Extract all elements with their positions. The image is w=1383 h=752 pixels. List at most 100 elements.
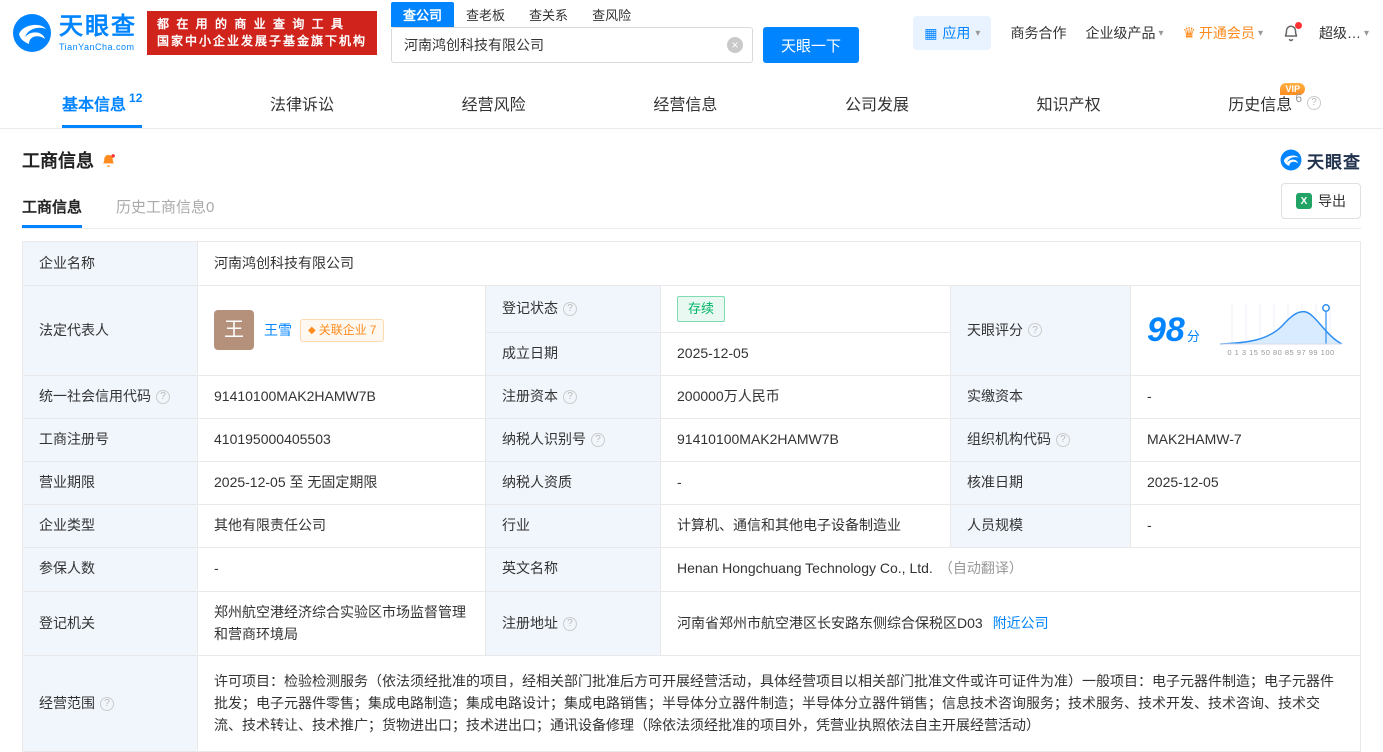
search-tab-company[interactable]: 查公司 <box>391 2 455 27</box>
subtab-row: 工商信息 历史工商信息0 X 导出 <box>22 183 1361 229</box>
approval-date-label: 核准日期 <box>951 461 1131 504</box>
tab-intellectual-property[interactable]: 知识产权 <box>1037 80 1101 128</box>
user-account-label: 超级… <box>1318 25 1361 41</box>
grid-icon: ▦ <box>924 24 938 41</box>
score-number[interactable]: 98 分 <box>1147 313 1200 347</box>
table-row: 企业名称 河南鸿创科技有限公司 <box>23 242 1360 286</box>
tab-basic-info-label: 基本信息 <box>62 96 127 114</box>
help-icon[interactable]: ? <box>591 432 605 447</box>
related-companies-label: 关联企业 <box>318 323 367 338</box>
tab-basic-info[interactable]: 基本信息 12 <box>62 80 143 128</box>
chevron-down-icon: ▾ <box>1257 27 1263 39</box>
help-icon[interactable]: ? <box>1307 95 1321 110</box>
help-icon[interactable]: ? <box>563 616 577 631</box>
business-cooperation-link[interactable]: 商务合作 <box>1010 23 1066 43</box>
help-icon[interactable]: ? <box>1056 432 1070 447</box>
tianyancha-logo[interactable]: 天眼查 TianYanCha.com <box>12 13 137 53</box>
excel-icon: X <box>1296 193 1312 209</box>
help-icon[interactable]: ? <box>156 389 170 404</box>
english-name-label: 英文名称 <box>486 547 661 591</box>
subtab-business-info[interactable]: 工商信息 <box>22 187 83 228</box>
score-distribution-curve <box>1219 304 1343 345</box>
english-name-value: Henan Hongchuang Technology Co., Ltd. （自… <box>661 547 1360 591</box>
reg-capital-label: 注册资本 ? <box>486 375 661 418</box>
table-row: 企业类型 其他有限责任公司 行业 计算机、通信和其他电子设备制造业 人员规模 - <box>23 504 1360 548</box>
monitor-bell-icon[interactable] <box>100 152 117 169</box>
chevron-down-icon: ▾ <box>1158 27 1164 39</box>
staff-size-label: 人员规模 <box>951 504 1131 547</box>
industry-label: 行业 <box>486 504 661 547</box>
badge-icon: ◆ <box>308 324 316 336</box>
help-icon[interactable]: ? <box>563 389 577 404</box>
help-icon[interactable]: ? <box>1028 323 1042 338</box>
search-tab-boss[interactable]: 查老板 <box>454 2 517 27</box>
company-type-label: 企业类型 <box>23 504 198 547</box>
tab-operating-risk[interactable]: 经营风险 <box>462 80 526 128</box>
tab-operating-info-label: 经营信息 <box>653 96 718 114</box>
reg-authority-label: 登记机关 <box>23 591 198 656</box>
legal-rep-label: 法定代表人 <box>23 286 198 375</box>
tab-operating-risk-label: 经营风险 <box>461 96 526 114</box>
user-account-menu[interactable]: 超级… ▾ <box>1319 23 1369 43</box>
open-vip-label: 开通会员 <box>1198 25 1255 41</box>
reg-status-value: 存续 <box>661 286 951 333</box>
apps-menu-button[interactable]: ▦ 应用 ▾ <box>913 16 992 50</box>
logo-title: 天眼查 <box>59 12 137 40</box>
chevron-down-icon: ▾ <box>1363 27 1369 39</box>
credit-code-label: 统一社会信用代码 ? <box>23 375 198 418</box>
search-input[interactable] <box>391 27 754 63</box>
company-name-label: 企业名称 <box>23 242 198 285</box>
export-label: 导出 <box>1318 193 1346 209</box>
legal-rep-value: 王 王雪 ◆ 关联企业 7 <box>198 286 486 375</box>
avatar[interactable]: 王 <box>214 310 254 351</box>
org-code-value: MAK2HAMW-7 <box>1131 418 1360 461</box>
paid-capital-value: - <box>1131 375 1360 418</box>
clear-search-icon[interactable]: × <box>727 37 744 53</box>
score-value: 98 分 0 1 3 15 50 80 85 97 99 100 <box>1131 286 1360 375</box>
search-box: × <box>391 27 754 63</box>
brand-watermark-label: 天眼查 <box>1307 152 1361 172</box>
help-icon[interactable]: ? <box>100 696 114 711</box>
tab-legal-proceedings[interactable]: 法律诉讼 <box>270 80 334 128</box>
score-label: 天眼评分 ? <box>951 286 1131 375</box>
search-tabs: 查公司 查老板 查关系 查风险 <box>391 2 859 27</box>
brand-watermark: 天眼查 <box>1280 148 1361 173</box>
top-header: 天眼查 TianYanCha.com 都 在 用 的 商 业 查 询 工 具 国… <box>0 0 1383 66</box>
apps-label: 应用 <box>942 25 971 41</box>
subtab-business-info-label: 工商信息 <box>22 198 83 216</box>
table-row: 经营范围 ? 许可项目：检验检测服务（依法须经批准的项目，经相关部门批准后方可开… <box>23 656 1360 752</box>
subtab-history-business-info[interactable]: 历史工商信息0 <box>116 187 214 228</box>
enterprise-products-menu[interactable]: 企业级产品 ▾ <box>1085 23 1163 43</box>
tab-legal-proceedings-label: 法律诉讼 <box>270 96 335 114</box>
tab-basic-info-count: 12 <box>129 90 143 105</box>
export-button[interactable]: X 导出 <box>1281 183 1361 219</box>
table-row: 参保人数 - 英文名称 Henan Hongchuang Technology … <box>23 547 1360 592</box>
search-tab-risk[interactable]: 查风险 <box>580 2 643 27</box>
section-header: 工商信息 天眼查 <box>22 147 1361 173</box>
nearby-companies-link[interactable]: 附近公司 <box>993 613 1049 635</box>
tianyancha-logo-icon <box>1280 149 1302 171</box>
insured-count-value: - <box>198 547 486 591</box>
score-chart: 0 1 3 15 50 80 85 97 99 100 <box>1218 302 1344 359</box>
header-right: ▦ 应用 ▾ 商务合作 企业级产品 ▾ ♛ 开通会员 ▾ 超级… ▾ <box>913 16 1369 50</box>
company-type-value: 其他有限责任公司 <box>198 504 486 547</box>
tab-company-development[interactable]: 公司发展 <box>845 80 909 128</box>
reg-authority-value: 郑州航空港经济综合实验区市场监督管理和营商环境局 <box>198 591 486 656</box>
search-button[interactable]: 天眼一下 <box>763 27 860 63</box>
help-icon[interactable]: ? <box>563 302 577 317</box>
insured-count-label: 参保人数 <box>23 547 198 591</box>
industry-value: 计算机、通信和其他电子设备制造业 <box>661 504 951 547</box>
reg-capital-value: 200000万人民币 <box>661 375 951 418</box>
legal-rep-link[interactable]: 王雪 <box>264 320 292 342</box>
search-tab-relation[interactable]: 查关系 <box>517 2 580 27</box>
reg-number-label: 工商注册号 <box>23 418 198 461</box>
table-row: 法定代表人 王 王雪 ◆ 关联企业 7 登记状态 ? 存续 成立日期 2025-… <box>23 286 1360 376</box>
tab-history-info[interactable]: VIP 历史信息 6 ? <box>1228 80 1321 128</box>
tab-operating-info[interactable]: 经营信息 <box>653 80 717 128</box>
related-companies-tag[interactable]: ◆ 关联企业 7 <box>300 319 385 342</box>
tab-company-development-label: 公司发展 <box>844 96 909 114</box>
open-vip-menu[interactable]: ♛ 开通会员 ▾ <box>1182 23 1262 43</box>
status-badge: 存续 <box>677 296 726 323</box>
promo-line1: 都 在 用 的 商 业 查 询 工 具 <box>157 17 346 31</box>
notification-bell-button[interactable] <box>1282 22 1302 42</box>
